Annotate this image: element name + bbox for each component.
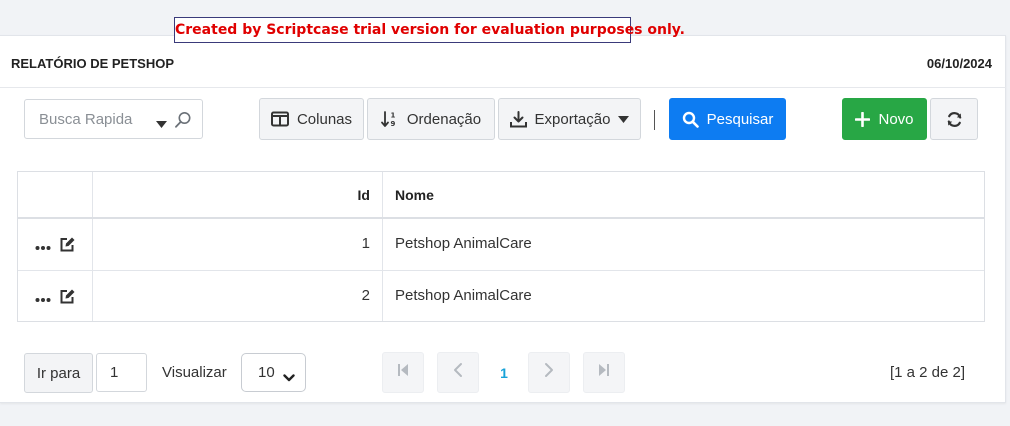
columns-button[interactable]: Colunas (259, 98, 364, 140)
report-date: 06/10/2024 (926, 56, 992, 71)
chevron-left-icon (453, 362, 463, 383)
search-button-label: Pesquisar (706, 110, 774, 128)
svg-text:9: 9 (390, 120, 395, 128)
table-row: 1 Petshop AnimalCare (18, 219, 984, 271)
trial-banner: Created by Scriptcase trial version for … (174, 17, 685, 43)
row-actions (35, 236, 76, 257)
more-options-icon[interactable] (35, 238, 51, 256)
download-icon (509, 110, 527, 128)
search-icon (682, 111, 699, 128)
export-button[interactable]: Exportação (498, 98, 641, 140)
quick-search-input[interactable] (25, 100, 150, 138)
sort-label: Ordenação (406, 110, 482, 128)
first-page-button[interactable] (382, 352, 424, 393)
data-table: Id Nome 1 Petshop AnimalCare 2 Petshop A… (17, 171, 985, 322)
goto-page-input[interactable] (96, 353, 147, 392)
row-actions (35, 288, 76, 309)
cell-nome: Petshop AnimalCare (395, 287, 532, 304)
table-header-row: Id Nome (18, 172, 984, 219)
first-page-icon (397, 363, 409, 382)
columns-icon (270, 111, 289, 127)
search-icon[interactable] (174, 111, 192, 134)
cell-id: 2 (361, 287, 370, 304)
page-title: RELATÓRIO DE PETSHOP (11, 56, 174, 71)
cell-nome: Petshop AnimalCare (395, 235, 532, 252)
previous-page-button[interactable] (437, 352, 479, 393)
column-header-id[interactable]: Id (94, 187, 382, 203)
chevron-right-icon (544, 362, 554, 383)
toolbar-divider (654, 110, 655, 130)
record-range: [1 a 2 de 2] (889, 364, 965, 381)
report-panel: RELATÓRIO DE PETSHOP 06/10/2024 Colunas … (0, 35, 1006, 403)
chevron-down-icon (283, 369, 295, 386)
svg-text:1: 1 (390, 112, 395, 120)
caret-down-icon (618, 115, 630, 123)
last-page-button[interactable] (583, 352, 625, 393)
report-header: RELATÓRIO DE PETSHOP 06/10/2024 (0, 36, 1006, 88)
refresh-button[interactable] (930, 98, 978, 140)
goto-page-label: Ir para (36, 364, 81, 382)
plus-icon (855, 111, 871, 127)
per-page-select[interactable]: 10 (241, 353, 306, 392)
per-page-value: 10 (258, 364, 275, 381)
per-page-label: Visualizar (162, 364, 227, 381)
edit-icon[interactable] (59, 236, 76, 257)
current-page[interactable]: 1 (483, 352, 525, 393)
sort-icon: 19 (380, 110, 399, 128)
refresh-icon (946, 111, 963, 128)
new-button[interactable]: Novo (842, 98, 927, 140)
column-header-nome[interactable]: Nome (395, 187, 434, 203)
next-page-button[interactable] (528, 352, 570, 393)
cell-id: 1 (361, 235, 370, 252)
new-button-label: Novo (878, 110, 914, 128)
sort-button[interactable]: 19 Ordenação (367, 98, 495, 140)
last-page-icon (598, 363, 610, 382)
edit-icon[interactable] (59, 288, 76, 309)
table-row: 2 Petshop AnimalCare (18, 271, 984, 321)
more-options-icon[interactable] (35, 290, 51, 308)
caret-down-icon[interactable] (156, 115, 167, 133)
export-label: Exportação (534, 110, 611, 128)
columns-label: Colunas (296, 110, 353, 128)
search-button[interactable]: Pesquisar (669, 98, 786, 140)
quick-search (24, 99, 203, 139)
goto-page-button[interactable]: Ir para (24, 353, 93, 393)
